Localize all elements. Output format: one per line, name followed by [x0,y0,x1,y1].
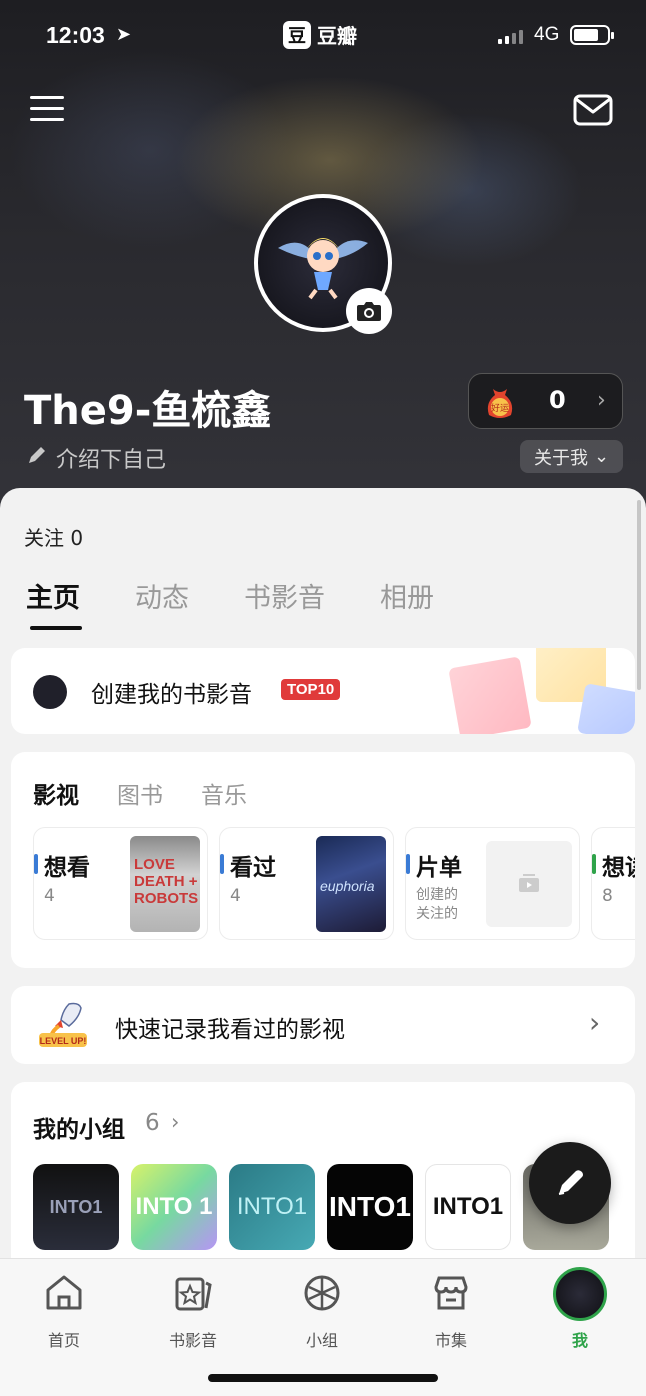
profile-tabs: 主页 动态 书影音 相册 [26,576,489,630]
douban-logo-icon: 豆 [283,20,311,49]
camera-icon[interactable] [346,288,392,334]
media-subtabs: 影视 图书 音乐 [33,776,285,810]
group-item[interactable]: INTO 1 [131,1164,217,1250]
rocket-icon: LEVEL UP! [39,1002,87,1047]
network-type: 4G [534,24,560,45]
chevron-right-icon[interactable]: › [171,1110,179,1134]
lucky-button[interactable]: 好运 0 › [468,373,623,429]
about-label: 关于我 [533,447,588,469]
media-card: 影视 图书 音乐 想看 4 LOVE DEATH + ROBOTS 看过 4 e… [11,752,635,968]
nav-me[interactable]: 我 [535,1267,625,1351]
intro-edit[interactable]: 介绍下自己 [26,442,166,474]
tab-media[interactable]: 书影音 [244,576,325,615]
playlist-icon [486,841,572,927]
tile-marker [406,854,410,874]
lucky-bag-icon: 好运 [487,389,513,418]
nav-label: 市集 [434,1331,467,1350]
home-indicator[interactable] [208,1374,438,1382]
nav-label: 首页 [47,1331,80,1350]
groups-title[interactable]: 我的小组 [33,1110,125,1144]
poster-image: LOVE DEATH + ROBOTS [130,836,200,932]
book-movie-icon [175,1277,212,1311]
avatar [553,1267,607,1321]
tile-count: 8 [602,886,613,906]
poster-title: LOVE DEATH + ROBOTS [134,856,199,907]
profile-avatar[interactable] [254,194,392,334]
tile-want-to-watch[interactable]: 想看 4 LOVE DEATH + ROBOTS [33,827,208,940]
signal-icon [498,28,523,44]
status-time: 12:03 [46,22,105,48]
subtab-music[interactable]: 音乐 [201,776,247,810]
tab-home[interactable]: 主页 [26,576,82,630]
svg-text:LEVEL UP!: LEVEL UP! [40,1036,87,1046]
avatar [33,675,67,709]
following-count[interactable]: 关注 0 [24,522,83,551]
quick-record-card[interactable]: LEVEL UP! 快速记录我看过的影视 › [11,986,635,1064]
nav-label: 小组 [305,1331,338,1350]
location-arrow-icon: ➤ [116,24,132,45]
subtab-movies[interactable]: 影视 [33,776,79,810]
tile-label: 片单 [416,855,462,881]
poster-title: euphoria [320,878,375,894]
pencil-icon [26,444,48,472]
tile-watched[interactable]: 看过 4 euphoria [219,827,394,940]
nav-label: 我 [571,1331,588,1350]
heart-card-icon [448,656,532,734]
create-media-list-card[interactable]: 创建我的书影音 TOP10 [11,648,635,734]
tile-count: 4 [230,886,241,906]
scrollbar[interactable] [637,500,641,690]
nav-groups[interactable]: 小组 [277,1273,367,1351]
quick-record-label: 快速记录我看过的影视 [115,1017,345,1043]
tile-want-to-read[interactable]: 想读 8 [591,827,635,940]
market-icon [434,1276,468,1310]
tile-sublabels: 创建的 关注的 [416,886,458,924]
nav-media[interactable]: 书影音 [148,1273,238,1351]
tile-lists[interactable]: 片单 创建的 关注的 [405,827,580,940]
username: The9-鱼梳鑫 [24,388,272,434]
tile-followed: 关注的 [416,906,458,922]
mail-icon[interactable] [573,94,613,126]
chevron-right-icon: › [589,1006,601,1039]
menu-icon[interactable] [30,96,64,124]
nav-market[interactable]: 市集 [406,1273,496,1351]
groups-count: 6 [145,1110,160,1136]
home-icon [46,1275,82,1310]
heart-card-icon [577,683,635,734]
group-item[interactable]: INTO1 [425,1164,511,1250]
create-media-label: 创建我的书影音 [91,682,252,708]
tile-created: 创建的 [416,887,458,903]
nav-label: 书影音 [168,1331,217,1350]
tile-marker [220,854,224,874]
intro-text: 介绍下自己 [56,448,167,473]
group-icon [304,1275,340,1311]
compose-button[interactable] [529,1142,611,1224]
tile-marker [34,854,38,874]
tile-label: 看过 [230,855,276,881]
app-name: 豆瓣 [317,24,357,48]
about-me-button[interactable]: 关于我 ⌄ [520,440,623,473]
group-item[interactable]: INTO1 [229,1164,315,1250]
nav-home[interactable]: 首页 [19,1273,109,1351]
chevron-down-icon: ⌄ [593,446,610,467]
pen-icon [558,1170,583,1195]
status-bar: 12:03 ➤ 豆 豆瓣 4G [0,16,646,56]
battery-icon [570,25,614,45]
tile-label: 想看 [44,855,90,881]
poster-image: euphoria [316,836,386,932]
lucky-count: 0 [549,386,566,414]
top10-badge: TOP10 [281,679,341,700]
app-indicator: 豆 豆瓣 [283,20,357,49]
group-item[interactable]: INTO1 [327,1164,413,1250]
tab-album[interactable]: 相册 [380,576,434,615]
tile-marker [592,854,596,874]
svg-text:好运: 好运 [491,402,509,414]
tile-count: 4 [44,886,55,906]
chevron-right-icon: › [597,388,606,413]
subtab-books[interactable]: 图书 [117,776,163,810]
tab-activity[interactable]: 动态 [135,576,189,615]
group-item[interactable]: INTO1 [33,1164,119,1250]
tile-label: 想读 [602,855,635,881]
